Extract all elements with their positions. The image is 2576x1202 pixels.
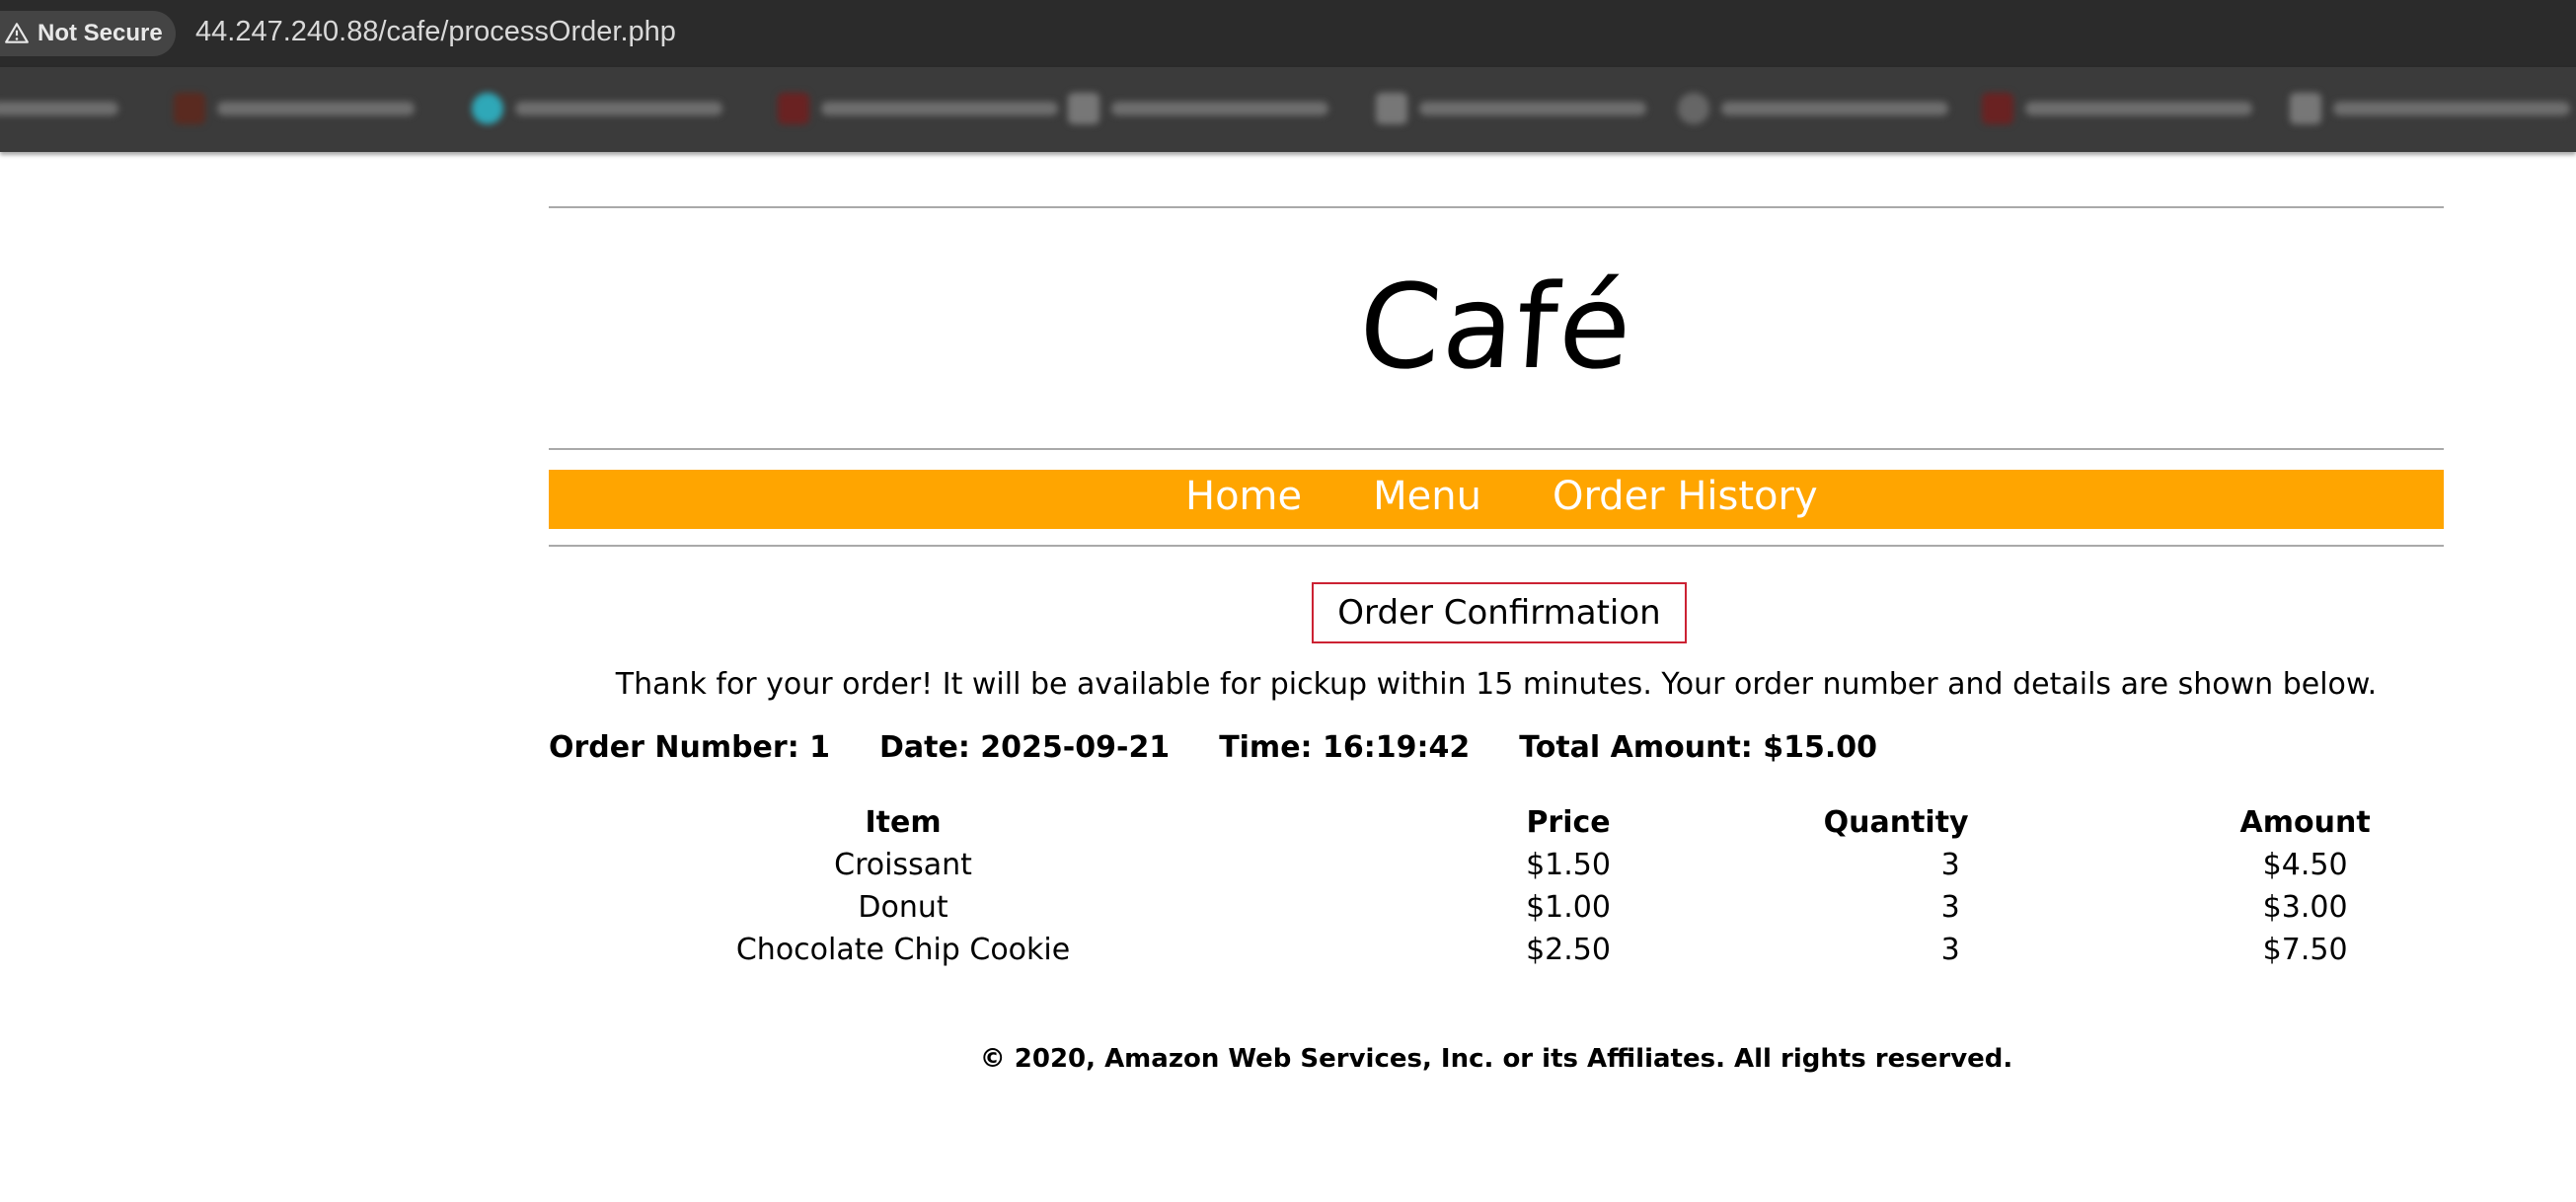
browser-address-bar: Not Secure 44.247.240.88/cafe/processOrd… [0,0,2576,67]
cell-item: Donut [858,890,948,925]
nav-bar: Home Menu Order History [549,470,2444,529]
bookmark-item[interactable] [1376,91,1646,126]
table-header-row: Item Price Quantity Amount [726,801,2444,844]
cell-quantity: 3 [1940,848,1960,882]
confirmation-message: Thank for your order! It will be availab… [615,667,2378,702]
order-number: Order Number: 1 [549,730,831,765]
bookmark-item[interactable] [0,91,118,126]
cell-price: $1.00 [1526,890,1611,925]
column-header-amount: Amount [2239,805,2371,840]
copyright-footer: © 2020, Amazon Web Services, Inc. or its… [979,1044,2013,1074]
site-title: Café [1354,259,1638,395]
table-row: Croissant $1.50 3 $4.50 [726,844,2444,886]
bookmark-item[interactable] [174,91,415,126]
cell-amount: $4.50 [2262,848,2348,882]
nav-home-link[interactable]: Home [1185,477,1302,516]
cell-price: $2.50 [1526,933,1611,967]
order-items-table: Item Price Quantity Amount Croissant $1.… [726,801,2444,971]
bookmark-item[interactable] [2290,91,2570,126]
bookmark-item[interactable] [778,91,1058,126]
security-label: Not Secure [38,20,163,46]
cell-item: Croissant [834,848,972,882]
table-row: Chocolate Chip Cookie $2.50 3 $7.50 [726,929,2444,971]
order-time: Time: 16:19:42 [1219,730,1471,765]
warning-icon [5,23,29,43]
column-header-price: Price [1526,805,1611,840]
cell-quantity: 3 [1940,890,1960,925]
bookmark-item[interactable] [1678,91,1948,126]
order-summary: Order Number: 1 Date: 2025-09-21 Time: 1… [549,730,1877,765]
column-header-item: Item [865,805,942,840]
cell-amount: $7.50 [2262,933,2348,967]
cell-quantity: 3 [1940,933,1960,967]
cell-price: $1.50 [1526,848,1611,882]
bookmark-item[interactable] [472,91,722,126]
table-row: Donut $1.00 3 $3.00 [726,886,2444,929]
url-field[interactable]: 44.247.240.88/cafe/processOrder.php [195,16,676,48]
bookmark-item[interactable] [1068,91,1328,126]
cell-amount: $3.00 [2262,890,2348,925]
order-total: Total Amount: $15.00 [1519,730,1877,765]
divider [549,545,2444,547]
bookmark-item[interactable] [1982,91,2252,126]
bookmarks-bar [0,67,2576,152]
nav-menu-link[interactable]: Menu [1373,477,1481,516]
security-indicator[interactable]: Not Secure [0,11,176,56]
cell-item: Chocolate Chip Cookie [735,933,1071,967]
order-date: Date: 2025-09-21 [879,730,1171,765]
nav-order-history-link[interactable]: Order History [1553,477,1818,516]
order-confirmation-heading: Order Confirmation [1312,582,1687,643]
divider [549,448,2444,450]
column-header-quantity: Quantity [1823,805,1969,840]
divider [549,206,2444,208]
